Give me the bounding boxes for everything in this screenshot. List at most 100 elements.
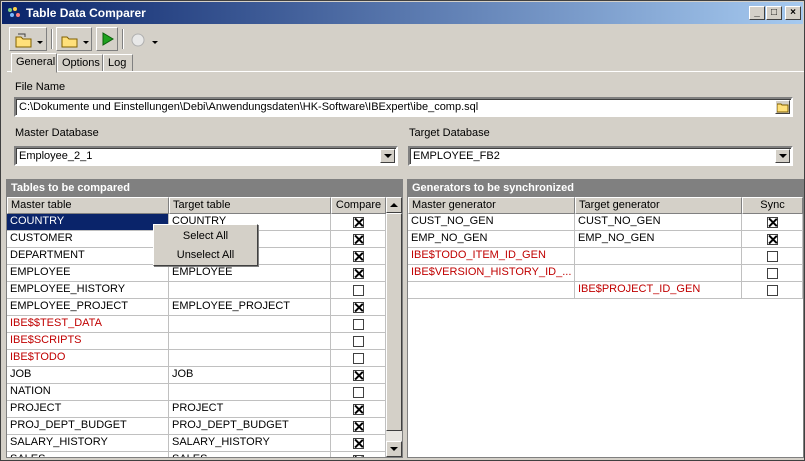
new-comparison-button[interactable]	[9, 27, 47, 51]
generator-target-cell[interactable]: CUST_NO_GEN	[575, 214, 742, 231]
table-checkbox[interactable]	[353, 217, 364, 228]
generator-row[interactable]: IBE$TODO_ITEM_ID_GEN	[408, 248, 803, 265]
table-master-cell[interactable]: CUSTOMER	[7, 231, 169, 248]
table-master-cell[interactable]: IBE$SCRIPTS	[7, 333, 169, 350]
generator-checkbox[interactable]	[767, 234, 778, 245]
table-target-cell[interactable]	[169, 350, 331, 367]
minimize-button[interactable]: _	[749, 6, 765, 20]
table-target-cell[interactable]	[169, 282, 331, 299]
table-master-cell[interactable]: EMPLOYEE_PROJECT	[7, 299, 169, 316]
tab-log[interactable]: Log	[103, 54, 133, 72]
open-comparison-button[interactable]	[56, 27, 92, 51]
generator-target-cell[interactable]: IBE$PROJECT_ID_GEN	[575, 282, 742, 299]
table-row[interactable]: SALARY_HISTORY SALARY_HISTORY	[7, 435, 386, 452]
table-row[interactable]: IBE$$TEST_DATA	[7, 316, 386, 333]
tables-vertical-scrollbar[interactable]	[386, 197, 402, 457]
table-checkbox[interactable]	[353, 251, 364, 262]
generator-checkbox[interactable]	[767, 251, 778, 262]
table-checkbox[interactable]	[353, 302, 364, 313]
generator-row[interactable]: CUST_NO_GEN CUST_NO_GEN	[408, 214, 803, 231]
table-target-cell[interactable]: PROJ_DEPT_BUDGET	[169, 418, 331, 435]
table-row[interactable]: EMPLOYEE EMPLOYEE	[7, 265, 386, 282]
master-db-select[interactable]: Employee_2_1	[14, 146, 398, 166]
target-db-select[interactable]: EMPLOYEE_FB2	[408, 146, 793, 166]
table-target-cell[interactable]: PROJECT	[169, 401, 331, 418]
generator-row[interactable]: IBE$PROJECT_ID_GEN	[408, 282, 803, 299]
target-db-dropdown-button[interactable]	[775, 149, 790, 163]
table-master-cell[interactable]: EMPLOYEE	[7, 265, 169, 282]
table-row[interactable]: JOB JOB	[7, 367, 386, 384]
table-checkbox[interactable]	[353, 438, 364, 449]
table-target-cell[interactable]: JOB	[169, 367, 331, 384]
scroll-thumb[interactable]	[386, 213, 402, 431]
menu-item-select-all[interactable]: Select All	[154, 227, 257, 245]
run-button[interactable]	[96, 27, 118, 51]
column-header-target-table[interactable]: Target table	[169, 197, 331, 214]
table-master-cell[interactable]: SALARY_HISTORY	[7, 435, 169, 452]
table-checkbox[interactable]	[353, 268, 364, 279]
table-row[interactable]: NATION	[7, 384, 386, 401]
column-header-target-generator[interactable]: Target generator	[575, 197, 742, 214]
file-name-input[interactable]: C:\Dokumente und Einstellungen\Debi\Anwe…	[14, 97, 793, 117]
table-checkbox[interactable]	[353, 234, 364, 245]
table-checkbox[interactable]	[353, 370, 364, 381]
table-checkbox[interactable]	[353, 285, 364, 296]
table-row[interactable]: SALESSALES	[7, 452, 386, 457]
scroll-down-button[interactable]	[386, 441, 402, 457]
table-row[interactable]: PROJ_DEPT_BUDGET PROJ_DEPT_BUDGET	[7, 418, 386, 435]
table-master-cell[interactable]: EMPLOYEE_HISTORY	[7, 282, 169, 299]
table-master-cell[interactable]: PROJECT	[7, 401, 169, 418]
generator-master-cell[interactable]: EMP_NO_GEN	[408, 231, 575, 248]
column-header-master-table[interactable]: Master table	[7, 197, 169, 214]
stop-button[interactable]	[126, 27, 160, 51]
column-header-sync[interactable]: Sync	[742, 197, 803, 214]
table-checkbox[interactable]	[353, 404, 364, 415]
master-db-dropdown-button[interactable]	[380, 149, 395, 163]
menu-item-unselect-all[interactable]: Unselect All	[154, 246, 257, 264]
table-row[interactable]: EMPLOYEE_HISTORY	[7, 282, 386, 299]
generator-master-cell[interactable]	[408, 282, 575, 299]
generator-checkbox[interactable]	[767, 268, 778, 279]
table-target-cell[interactable]	[169, 333, 331, 350]
table-row[interactable]: IBE$SCRIPTS	[7, 333, 386, 350]
table-checkbox[interactable]	[353, 421, 364, 432]
table-master-cell[interactable]: IBE$$TEST_DATA	[7, 316, 169, 333]
table-target-cell[interactable]: EMPLOYEE_PROJECT	[169, 299, 331, 316]
table-checkbox[interactable]	[353, 387, 364, 398]
column-header-master-generator[interactable]: Master generator	[408, 197, 575, 214]
generator-master-cell[interactable]: IBE$TODO_ITEM_ID_GEN	[408, 248, 575, 265]
generator-target-cell[interactable]: EMP_NO_GEN	[575, 231, 742, 248]
table-target-cell[interactable]	[169, 316, 331, 333]
table-master-cell[interactable]: DEPARTMENT	[7, 248, 169, 265]
tab-general[interactable]: General	[11, 53, 57, 73]
table-master-cell[interactable]: NATION	[7, 384, 169, 401]
maximize-button[interactable]: □	[766, 6, 782, 20]
tab-options[interactable]: Options	[57, 54, 103, 72]
generator-checkbox[interactable]	[767, 285, 778, 296]
table-checkbox[interactable]	[353, 455, 364, 457]
table-target-cell[interactable]: EMPLOYEE	[169, 265, 331, 282]
table-checkbox[interactable]	[353, 336, 364, 347]
generator-master-cell[interactable]: CUST_NO_GEN	[408, 214, 575, 231]
table-master-cell[interactable]: PROJ_DEPT_BUDGET	[7, 418, 169, 435]
table-checkbox[interactable]	[353, 319, 364, 330]
generator-target-cell[interactable]	[575, 265, 742, 282]
table-master-cell[interactable]: SALES	[7, 452, 169, 457]
generator-checkbox[interactable]	[767, 217, 778, 228]
browse-file-button[interactable]	[775, 100, 790, 114]
table-row[interactable]: PROJECT PROJECT	[7, 401, 386, 418]
table-target-cell[interactable]: SALES	[169, 452, 331, 457]
generator-row[interactable]: EMP_NO_GEN EMP_NO_GEN	[408, 231, 803, 248]
table-master-cell[interactable]: IBE$TODO	[7, 350, 169, 367]
table-master-cell[interactable]: COUNTRY	[7, 214, 169, 231]
column-header-compare[interactable]: Compare	[331, 197, 386, 214]
close-button[interactable]: ×	[785, 6, 801, 20]
table-row[interactable]: EMPLOYEE_PROJECT EMPLOYEE_PROJECT	[7, 299, 386, 316]
table-checkbox[interactable]	[353, 353, 364, 364]
generator-row[interactable]: IBE$VERSION_HISTORY_ID_...	[408, 265, 803, 282]
table-row[interactable]: IBE$TODO	[7, 350, 386, 367]
table-target-cell[interactable]	[169, 384, 331, 401]
table-master-cell[interactable]: JOB	[7, 367, 169, 384]
scroll-up-button[interactable]	[386, 197, 402, 213]
table-target-cell[interactable]: SALARY_HISTORY	[169, 435, 331, 452]
